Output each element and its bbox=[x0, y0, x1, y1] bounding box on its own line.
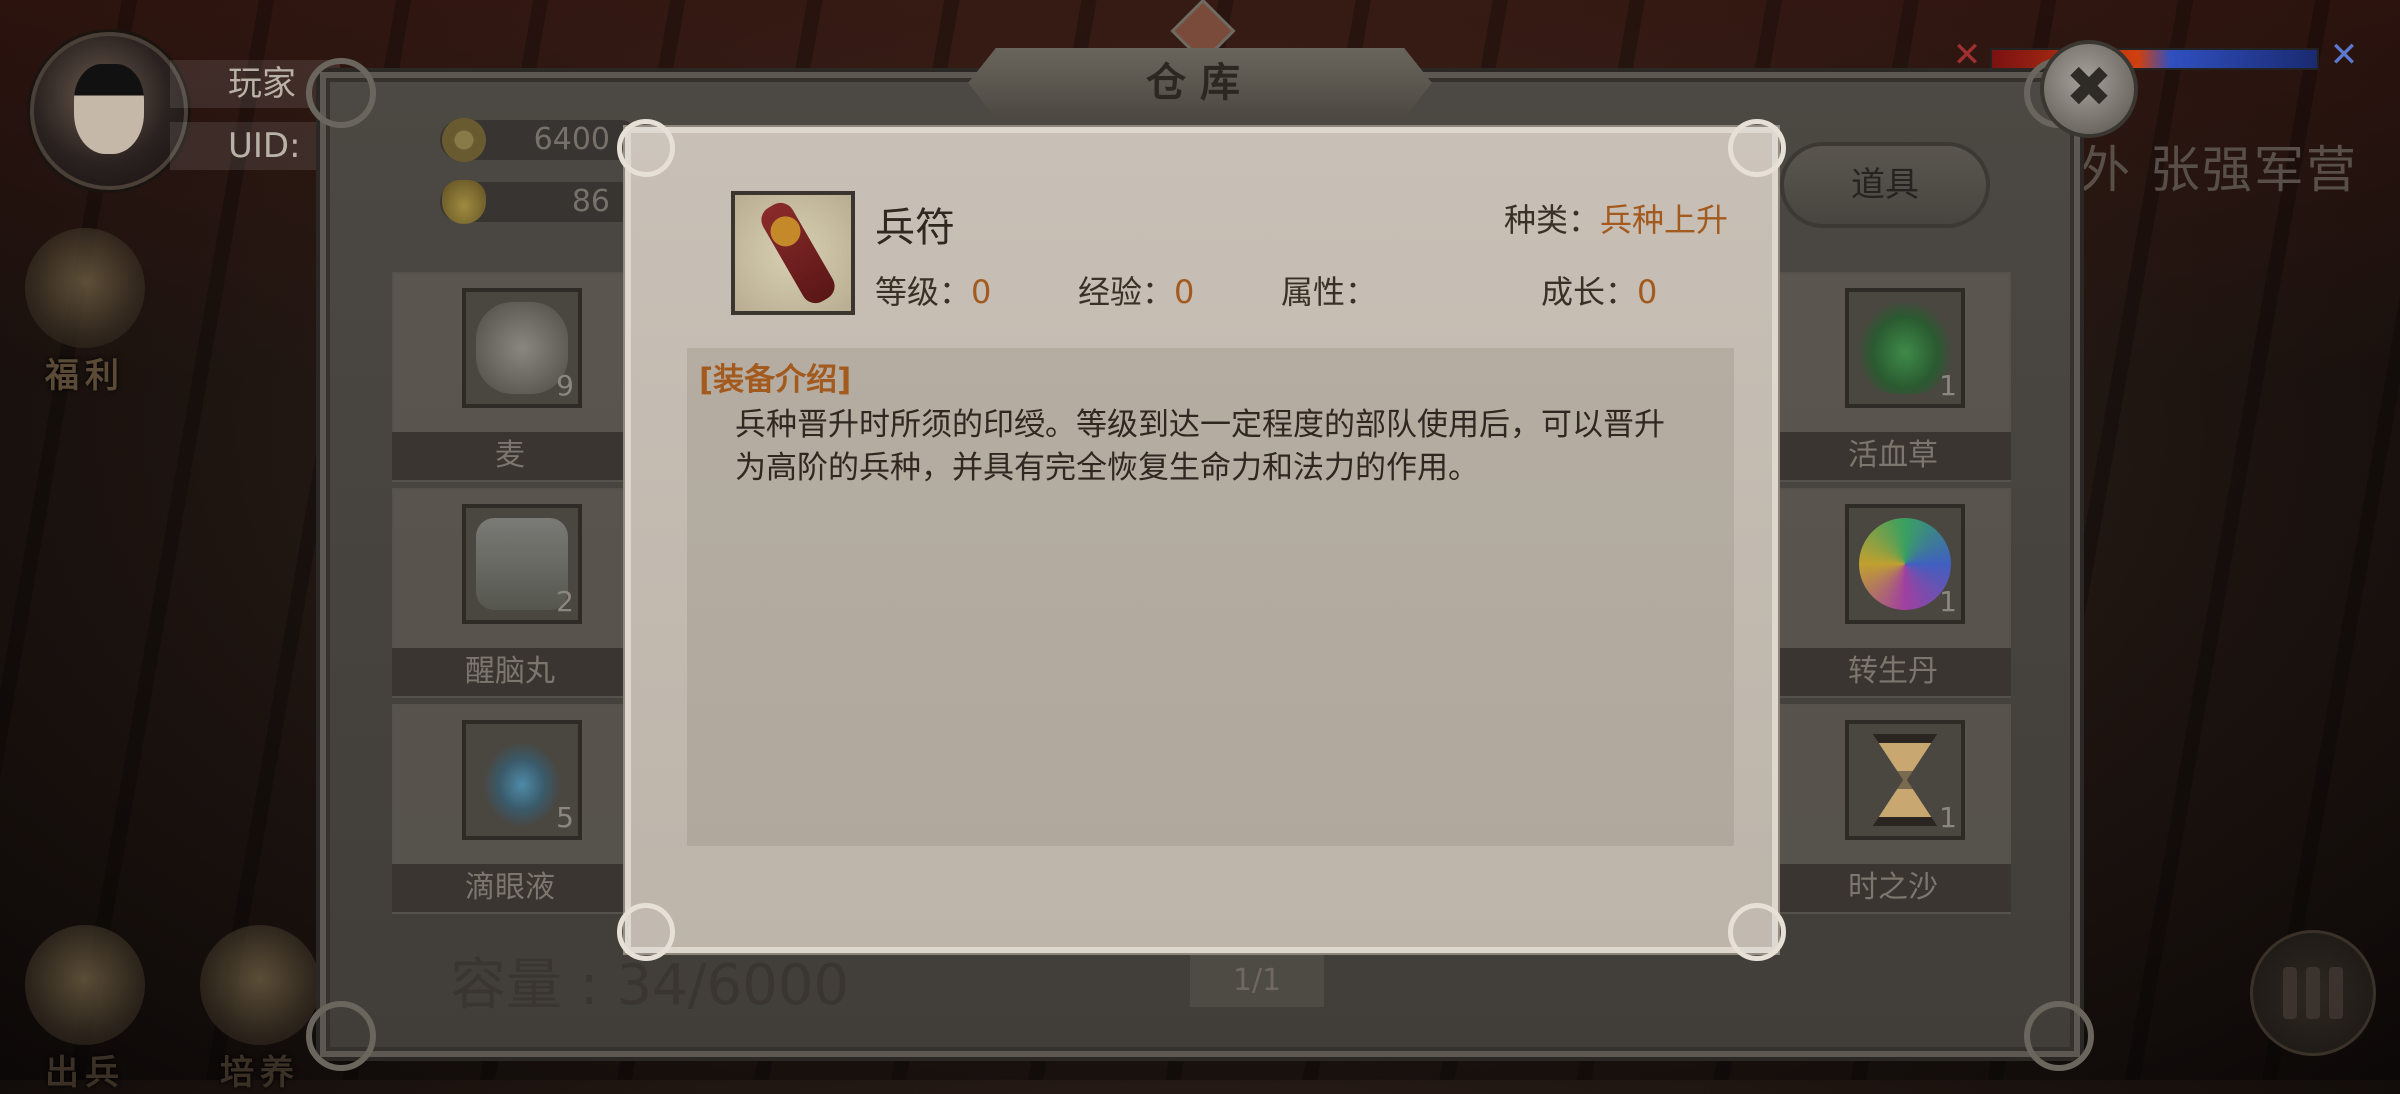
coin-counter: 6400 bbox=[440, 118, 640, 162]
welfare-label: 福利 bbox=[45, 356, 125, 396]
wing-icon: ✕ bbox=[2329, 35, 2359, 75]
menu-icon-bar bbox=[2329, 967, 2343, 1019]
item-cell[interactable]: 5 滴眼液 bbox=[392, 704, 628, 914]
item-cell[interactable]: 9 麦 bbox=[392, 272, 628, 482]
description-text: 兵种晋升时所须的印绶。等级到达一定程度的部队使用后，可以晋升为高阶的兵种，并具有… bbox=[735, 407, 1665, 486]
item-name: 活血草 bbox=[1775, 432, 2011, 480]
eye-drop-icon bbox=[476, 734, 568, 826]
item-count: 2 bbox=[556, 585, 574, 618]
item-detail-icon-frame bbox=[731, 191, 855, 315]
stat-growth-value: 0 bbox=[1637, 273, 1658, 311]
pill-jar-icon bbox=[476, 518, 568, 610]
stat-exp-value: 0 bbox=[1174, 273, 1195, 311]
close-icon: ✖ bbox=[2065, 55, 2113, 120]
warehouse-title: 仓库 bbox=[968, 48, 1432, 118]
tab-items[interactable]: 道具 bbox=[1780, 142, 1990, 228]
coin-value: 6400 bbox=[533, 122, 610, 157]
kind-value: 兵种上升 bbox=[1600, 201, 1729, 239]
ingot-counter: 86 bbox=[440, 180, 640, 224]
item-name: 时之沙 bbox=[1775, 864, 2011, 912]
item-detail-popup: 兵符 种类：兵种上升 等级：0 经验：0 属性： 成长：0 [装备介绍] 兵种晋… bbox=[617, 119, 1786, 961]
menu-button[interactable] bbox=[2250, 930, 2376, 1056]
item-cell[interactable]: 1 活血草 bbox=[1775, 272, 2011, 482]
item-count: 5 bbox=[556, 801, 574, 834]
train-icon bbox=[200, 925, 320, 1045]
page-indicator: 1/1 bbox=[1190, 955, 1324, 1007]
item-count: 1 bbox=[1939, 801, 1957, 834]
dispatch-icon bbox=[25, 925, 145, 1045]
hourglass-icon bbox=[1872, 734, 1938, 826]
military-token-icon bbox=[756, 197, 840, 309]
rebirth-orb-icon bbox=[1859, 518, 1951, 610]
item-cell[interactable]: 1 时之沙 bbox=[1775, 704, 2011, 914]
capacity-value: 34/6000 bbox=[616, 953, 850, 1018]
bat-icon: ✕ bbox=[1952, 35, 1982, 75]
frame-ornament bbox=[306, 1001, 376, 1071]
item-count: 9 bbox=[556, 369, 574, 402]
popup-corner-ornament bbox=[617, 903, 675, 961]
player-avatar[interactable] bbox=[30, 32, 188, 190]
token-seal bbox=[765, 210, 806, 252]
grain-sack-icon bbox=[476, 302, 568, 394]
stat-exp: 经验：0 bbox=[1078, 267, 1194, 313]
location-label: 外 张强军营 bbox=[2080, 141, 2358, 199]
stat-level: 等级：0 bbox=[875, 267, 991, 313]
stat-growth: 成长：0 bbox=[1541, 267, 1657, 313]
avatar-face bbox=[74, 64, 144, 154]
train-label: 培养 bbox=[220, 1053, 300, 1093]
ingot-value: 86 bbox=[571, 184, 610, 219]
stat-level-label: 等级： bbox=[875, 273, 972, 311]
popup-corner-ornament bbox=[617, 119, 675, 177]
item-icon-frame: 5 bbox=[462, 720, 582, 840]
item-cell[interactable]: 1 转生丹 bbox=[1775, 488, 2011, 698]
item-name: 转生丹 bbox=[1775, 648, 2011, 696]
stat-attr-label: 属性： bbox=[1281, 273, 1378, 311]
coin-icon bbox=[442, 118, 486, 162]
herb-bowl-icon bbox=[1859, 302, 1951, 394]
frame-ornament bbox=[306, 58, 376, 128]
welfare-button[interactable]: 福利 bbox=[20, 228, 150, 397]
popup-corner-ornament bbox=[1728, 903, 1786, 961]
dispatch-button[interactable]: 出兵 bbox=[20, 925, 150, 1094]
item-kind: 种类：兵种上升 bbox=[1504, 195, 1728, 241]
item-name: 麦 bbox=[392, 432, 628, 480]
item-name: 滴眼液 bbox=[392, 864, 628, 912]
menu-icon-bar bbox=[2306, 967, 2320, 1019]
item-detail-name: 兵符 bbox=[875, 205, 955, 251]
frame-ornament bbox=[2024, 1001, 2094, 1071]
popup-corner-ornament bbox=[1728, 119, 1786, 177]
welfare-icon bbox=[25, 228, 145, 348]
item-name: 醒脑丸 bbox=[392, 648, 628, 696]
train-button[interactable]: 培养 bbox=[195, 925, 325, 1094]
item-icon-frame: 2 bbox=[462, 504, 582, 624]
item-icon-frame: 1 bbox=[1845, 504, 1965, 624]
menu-icon bbox=[2283, 967, 2297, 1019]
stat-level-value: 0 bbox=[971, 273, 992, 311]
item-icon-frame: 9 bbox=[462, 288, 582, 408]
stat-attr: 属性： bbox=[1281, 267, 1377, 313]
item-icon-frame: 1 bbox=[1845, 288, 1965, 408]
item-count: 1 bbox=[1939, 369, 1957, 402]
stat-growth-label: 成长： bbox=[1541, 273, 1638, 311]
capacity-label: 容量 : bbox=[450, 953, 617, 1018]
dispatch-label: 出兵 bbox=[45, 1053, 125, 1093]
close-button[interactable]: ✖ bbox=[2040, 40, 2138, 138]
kind-label: 种类： bbox=[1504, 201, 1601, 239]
description-panel: [装备介绍] 兵种晋升时所须的印绶。等级到达一定程度的部队使用后，可以晋升为高阶… bbox=[687, 348, 1734, 846]
stat-exp-label: 经验： bbox=[1078, 273, 1175, 311]
player-uid-label: UID: bbox=[170, 122, 340, 170]
ingot-icon bbox=[442, 180, 486, 224]
item-icon-frame: 1 bbox=[1845, 720, 1965, 840]
description-heading: [装备介绍] bbox=[699, 362, 852, 398]
item-cell[interactable]: 2 醒脑丸 bbox=[392, 488, 628, 698]
item-count: 1 bbox=[1939, 585, 1957, 618]
